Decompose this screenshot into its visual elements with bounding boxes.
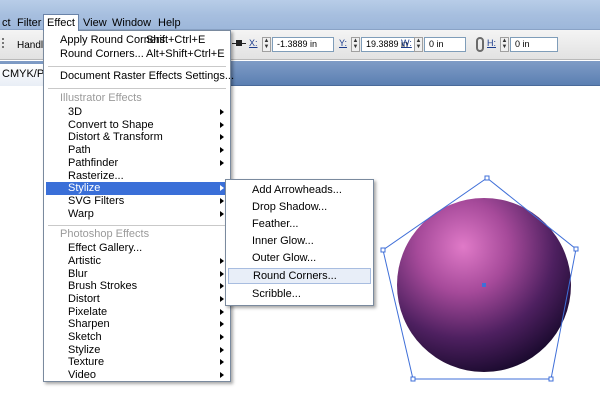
document-tab[interactable]: CMYK/Pre — [0, 64, 44, 86]
submenu-arrow-icon — [220, 185, 224, 191]
menu-filter[interactable]: Filter — [17, 16, 41, 30]
h-field[interactable]: 0 in — [510, 37, 558, 52]
submenu-arrow-icon — [220, 296, 224, 302]
menu-separator — [48, 225, 226, 226]
w-label: W: — [401, 38, 412, 48]
menu-window[interactable]: Window — [112, 16, 151, 30]
stylize-submenu: Add Arrowheads... Drop Shadow... Feather… — [225, 179, 374, 306]
submenu-arrow-icon — [220, 109, 224, 115]
link-icon[interactable] — [476, 37, 484, 52]
anchor-point[interactable] — [573, 246, 579, 252]
menu-item-document-raster-settings[interactable]: Document Raster Effects Settings... — [46, 70, 234, 83]
submenu-arrow-icon — [220, 271, 224, 277]
submenu-arrow-icon — [220, 321, 224, 327]
submenu-arrow-icon — [220, 147, 224, 153]
submenu-arrow-icon — [220, 160, 224, 166]
x-spinner[interactable]: ▲ ▼ — [262, 37, 271, 52]
menu-item-stylize[interactable]: Stylize — [46, 182, 228, 195]
menu-bar: ct Filter Effect View Window Help — [0, 0, 600, 31]
menu-item-apply-round-corners[interactable]: Apply Round Corners Shift+Ctrl+E — [46, 34, 228, 47]
menu-item-distort[interactable]: Distort — [46, 293, 228, 306]
menu-heading-photoshop-effects: Photoshop Effects — [60, 228, 150, 240]
w-field[interactable]: 0 in — [424, 37, 466, 52]
menu-item-warp[interactable]: Warp — [46, 208, 228, 221]
anchor-point[interactable] — [484, 175, 490, 181]
anchor-point[interactable] — [548, 376, 554, 382]
h-label: H: — [487, 38, 496, 48]
submenu-arrow-icon — [220, 283, 224, 289]
submenu-arrow-icon — [220, 309, 224, 315]
submenu-item-drop-shadow[interactable]: Drop Shadow... — [228, 201, 371, 214]
menu-item-texture[interactable]: Texture — [46, 356, 228, 369]
submenu-item-inner-glow[interactable]: Inner Glow... — [228, 235, 371, 248]
submenu-item-outer-glow[interactable]: Outer Glow... — [228, 252, 371, 265]
submenu-item-scribble[interactable]: Scribble... — [228, 288, 371, 301]
submenu-arrow-icon — [220, 347, 224, 353]
y-label: Y: — [339, 38, 348, 48]
y-spinner[interactable]: ▲ ▼ — [351, 37, 360, 52]
menu-item-path[interactable]: Path — [46, 144, 228, 157]
menu-separator — [48, 66, 226, 67]
menu-item-video[interactable]: Video — [46, 369, 228, 382]
menu-item-sharpen[interactable]: Sharpen — [46, 318, 228, 331]
effect-menu: Apply Round Corners Shift+Ctrl+E Round C… — [43, 30, 234, 382]
menu-item-pathfinder[interactable]: Pathfinder — [46, 157, 228, 170]
submenu-item-add-arrowheads[interactable]: Add Arrowheads... — [228, 184, 371, 197]
anchor-square-icon — [236, 40, 242, 46]
submenu-item-round-corners[interactable]: Round Corners... — [228, 268, 371, 284]
menu-effect[interactable]: Effect — [43, 14, 79, 31]
menu-heading-illustrator-effects: Illustrator Effects — [60, 92, 142, 104]
menu-view[interactable]: View — [83, 16, 107, 30]
submenu-arrow-icon — [220, 198, 224, 204]
menu-item-brush-strokes[interactable]: Brush Strokes — [46, 280, 228, 293]
submenu-arrow-icon — [220, 334, 224, 340]
menu-item-effect-gallery[interactable]: Effect Gallery... — [46, 242, 228, 255]
center-point — [482, 283, 486, 287]
anchor-point[interactable] — [410, 376, 416, 382]
menu-object-partial[interactable]: ct — [2, 16, 11, 30]
submenu-arrow-icon — [220, 372, 224, 378]
submenu-item-feather[interactable]: Feather... — [228, 218, 371, 231]
menu-item-3d[interactable]: 3D — [46, 106, 228, 119]
submenu-arrow-icon — [220, 258, 224, 264]
menu-separator — [48, 88, 226, 89]
menu-item-sketch[interactable]: Sketch — [46, 331, 228, 344]
h-spinner[interactable]: ▲ ▼ — [500, 37, 509, 52]
menu-item-distort-transform[interactable]: Distort & Transform — [46, 131, 228, 144]
submenu-arrow-icon — [220, 359, 224, 365]
x-field[interactable]: -1.3889 in — [272, 37, 334, 52]
submenu-arrow-icon — [220, 211, 224, 217]
w-spinner[interactable]: ▲ ▼ — [414, 37, 423, 52]
submenu-arrow-icon — [220, 134, 224, 140]
x-label: X: — [249, 38, 258, 48]
menu-item-artistic[interactable]: Artistic — [46, 255, 228, 268]
anchor-point[interactable] — [380, 247, 386, 253]
menu-item-svg-filters[interactable]: SVG Filters — [46, 195, 228, 208]
gripper-icon — [2, 38, 8, 48]
menu-item-round-corners-last[interactable]: Round Corners... Alt+Shift+Ctrl+E — [46, 48, 228, 61]
submenu-arrow-icon — [220, 122, 224, 128]
menu-help[interactable]: Help — [158, 16, 181, 30]
